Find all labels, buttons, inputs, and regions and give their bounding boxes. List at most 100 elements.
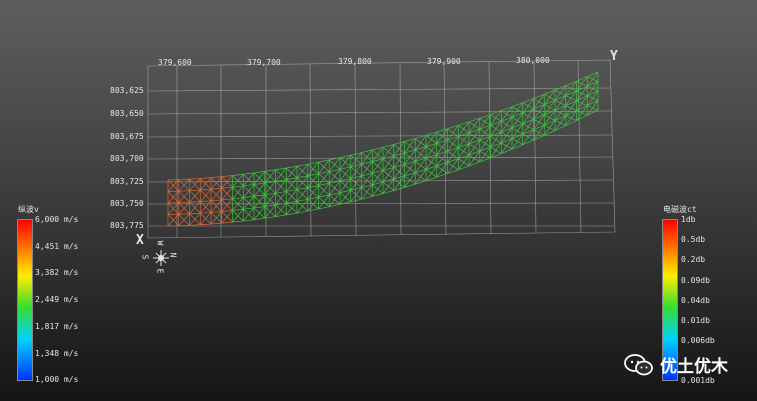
mesh-edge xyxy=(232,174,244,188)
left-legend-title: 纵波v xyxy=(18,205,39,214)
mesh-edge xyxy=(447,136,459,152)
mesh-edge xyxy=(253,206,266,220)
mesh-edge xyxy=(221,198,233,212)
left-legend-label: 3,382 m/s xyxy=(35,268,79,277)
mesh-edge xyxy=(436,162,448,178)
top-tick-label: 379,900 xyxy=(427,57,461,66)
top-tick-label: 379,600 xyxy=(158,58,192,67)
mesh-edge xyxy=(210,211,222,213)
y-axis-label: Y xyxy=(610,49,618,64)
mesh-edge xyxy=(210,176,223,190)
mesh-edge xyxy=(285,201,298,216)
mesh-edge xyxy=(436,128,448,144)
mesh-edge xyxy=(189,201,201,203)
mesh-edge xyxy=(210,176,222,178)
left-legend-label: 1,000 m/s xyxy=(35,375,79,384)
mesh-edge xyxy=(285,189,298,204)
compass-n: N xyxy=(168,252,178,258)
mesh-edge xyxy=(221,221,233,224)
right-legend-label: 0.5db xyxy=(681,235,706,244)
mesh-edge xyxy=(210,187,222,190)
mesh-edge xyxy=(404,172,416,188)
mesh-edge xyxy=(200,188,212,191)
mesh-edge xyxy=(253,217,265,220)
mesh-edge xyxy=(264,204,276,207)
mesh-edge xyxy=(425,165,438,181)
right-legend-label: 0.01db xyxy=(681,316,710,325)
mesh-edge xyxy=(221,186,233,189)
mesh-edge xyxy=(200,177,212,179)
left-tick-label: 803,725 xyxy=(110,177,144,186)
wechat-icon xyxy=(624,353,653,375)
mesh-edge xyxy=(221,175,233,177)
mesh-edge xyxy=(199,177,212,191)
mesh-edge xyxy=(264,169,276,184)
mesh-edge xyxy=(199,212,212,225)
mesh-edge xyxy=(425,131,438,147)
mesh-edge xyxy=(242,184,255,198)
mesh-edge xyxy=(414,135,427,151)
mesh-edge xyxy=(296,187,309,202)
compass-widget[interactable]: N S W E xyxy=(140,241,182,278)
mesh-edge xyxy=(447,125,459,141)
left-tick-label: 803,650 xyxy=(110,109,144,118)
right-legend-label: 0.09db xyxy=(681,276,710,285)
mesh-edge xyxy=(414,169,427,185)
left-legend-label: 4,451 m/s xyxy=(35,242,79,251)
mesh-edge xyxy=(200,223,212,226)
mesh-edge xyxy=(199,200,212,214)
mesh-edge xyxy=(253,182,266,197)
mesh-edge xyxy=(457,121,470,137)
top-tick-label: 379,700 xyxy=(247,58,281,67)
right-legend-label: 0.006db xyxy=(681,336,715,345)
mesh-edge xyxy=(232,208,244,211)
mesh-edge xyxy=(285,177,298,192)
mesh-edge xyxy=(178,178,190,181)
mesh-edge xyxy=(232,185,244,188)
left-legend-label: 1,817 m/s xyxy=(35,322,79,331)
mesh-edge xyxy=(253,171,265,174)
mesh-edge xyxy=(253,194,266,209)
left-tick-label: 803,625 xyxy=(110,86,144,95)
mesh-edge xyxy=(232,197,244,200)
mesh-edge xyxy=(210,188,223,202)
mesh-edge xyxy=(189,224,201,226)
left-legend-label: 2,449 m/s xyxy=(35,295,79,304)
mesh-edge xyxy=(221,198,233,201)
right-legend-label: 0.04db xyxy=(681,296,710,305)
left-tick-label: 803,775 xyxy=(110,221,144,230)
top-tick-label: 379,800 xyxy=(338,57,372,66)
watermark-text: 优土优木 xyxy=(660,357,728,377)
mesh-edge xyxy=(264,169,276,172)
mesh-edge xyxy=(200,212,212,214)
mesh-edge xyxy=(221,186,233,201)
mesh-edge xyxy=(243,219,255,222)
mesh-edge xyxy=(253,171,266,185)
mesh-edge xyxy=(264,181,276,196)
mesh-edge xyxy=(296,163,309,179)
mesh-edge xyxy=(264,192,276,207)
mesh-edge xyxy=(393,164,405,180)
mesh-edge xyxy=(404,161,416,177)
top-tick-label: 380,000 xyxy=(516,56,550,65)
mesh-edge xyxy=(189,178,201,180)
mesh-edge xyxy=(296,199,309,214)
mesh-edge xyxy=(296,175,309,190)
compass-e: E xyxy=(155,268,165,274)
mesh-edge xyxy=(264,192,276,196)
left-tick-label: 803,700 xyxy=(110,154,144,163)
mesh-edge xyxy=(393,175,405,191)
mesh-edge xyxy=(404,138,416,154)
mesh-edge xyxy=(285,165,298,180)
mesh-edge xyxy=(436,150,448,167)
mesh-edge xyxy=(243,207,255,210)
mesh-edge xyxy=(393,152,405,168)
left-tick-label: 803,675 xyxy=(110,132,144,141)
mesh-edge xyxy=(275,179,287,194)
mesh-edge xyxy=(200,200,212,202)
mesh-edge xyxy=(199,188,212,202)
right-legend-label: 0.2db xyxy=(681,255,706,264)
mesh-edge xyxy=(232,173,244,176)
mesh-edge xyxy=(210,199,222,202)
mesh-edge xyxy=(425,143,438,159)
